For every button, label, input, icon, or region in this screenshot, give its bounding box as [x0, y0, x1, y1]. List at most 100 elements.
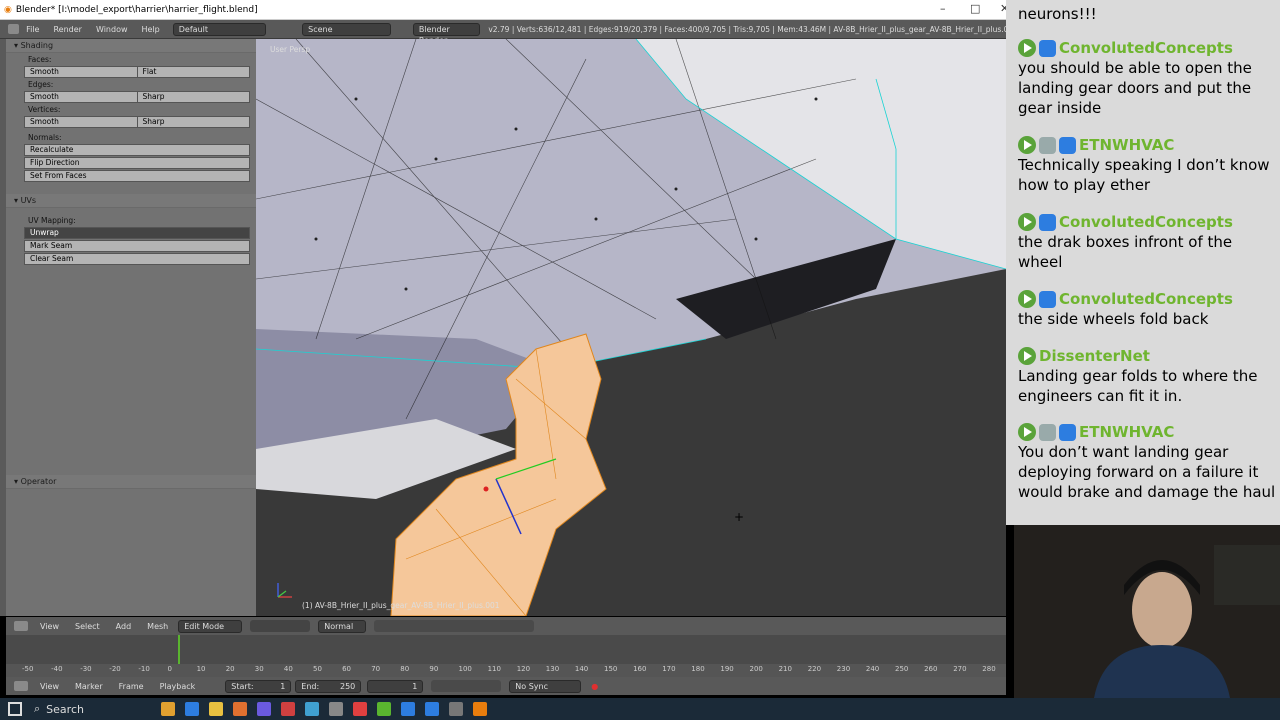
user-badge-icon — [1039, 39, 1056, 57]
app-icon-9[interactable] — [401, 702, 416, 716]
chat-message: ETNWHVAC You don’t want landing gear depl… — [1018, 422, 1280, 502]
uvs-panel-header[interactable]: ▾ UVs — [6, 194, 256, 208]
timeline-tick-label: 220 — [807, 665, 822, 673]
chrome-icon[interactable] — [353, 702, 368, 716]
scene-stats: v2.79 | Verts:636/12,481 | Edges:919/20,… — [488, 24, 1018, 34]
vertices-sharp-button[interactable]: Sharp — [137, 116, 250, 128]
minimize-icon[interactable]: – — [940, 2, 946, 15]
chat-message-text: Landing gear folds to where the engineer… — [1018, 367, 1258, 405]
app-icon-7[interactable] — [329, 702, 344, 716]
layout-selector[interactable]: Default — [172, 22, 267, 36]
search-icon[interactable]: ⌕ — [34, 702, 40, 716]
menu-view[interactable]: View — [40, 622, 59, 631]
webcam-overlay — [1014, 525, 1280, 698]
menu-mesh[interactable]: Mesh — [147, 622, 168, 631]
current-frame-field[interactable]: 1 — [367, 679, 424, 693]
timeline-tick-label: 0 — [167, 665, 172, 673]
user-badge-icon — [1059, 136, 1076, 154]
app-icon-4[interactable] — [257, 702, 272, 716]
chat-message: ConvolutedConcepts the side wheels fold b… — [1018, 289, 1280, 329]
shading-selector[interactable] — [250, 620, 311, 632]
operator-panel-header[interactable]: ▾ Operator — [6, 475, 256, 489]
vertices-label: Vertices: — [28, 105, 61, 114]
menu-help[interactable]: Help — [142, 25, 160, 34]
maximize-icon[interactable]: □ — [970, 2, 980, 15]
user-badge-icon — [1039, 213, 1056, 231]
timeline-tick-label: -20 — [109, 665, 121, 673]
mark-seam-button[interactable]: Mark Seam — [24, 240, 250, 252]
menu-select[interactable]: Select — [75, 622, 100, 631]
timeline-tick-label: 100 — [458, 665, 472, 673]
mode-selector[interactable]: Edit Mode — [178, 619, 243, 633]
timeline-tick-label: 120 — [516, 665, 531, 673]
menu-add[interactable]: Add — [116, 622, 132, 631]
play-badge-icon — [1018, 423, 1036, 441]
recalculate-button[interactable]: Recalculate — [24, 144, 250, 156]
timeline-tick-label: 90 — [429, 665, 439, 673]
timeline-tick-label: 180 — [691, 665, 705, 673]
app-icon-1[interactable] — [161, 702, 176, 716]
mesh-render: + — [256, 39, 1006, 616]
flip-direction-button[interactable]: Flip Direction — [24, 157, 250, 169]
app-icon-6[interactable] — [305, 702, 320, 716]
timeline[interactable]: -50 -40 -30 -20 -10 0 10 20 30 40 50 60 70 80 90 100 110… — [6, 635, 1006, 677]
sync-selector[interactable]: No Sync — [509, 679, 582, 693]
scene-selector[interactable]: Scene — [302, 22, 391, 36]
menu-file[interactable]: File — [26, 25, 39, 34]
app-icon-2[interactable] — [185, 702, 200, 716]
chat-username: ETNWHVAC — [1079, 136, 1175, 154]
timeline-tick-label: 140 — [574, 665, 589, 673]
set-from-faces-button[interactable]: Set From Faces — [24, 170, 250, 182]
editor-type-icon[interactable] — [8, 24, 20, 34]
view-mode-label: User Persp — [270, 45, 311, 54]
timeline-tick-label: 270 — [953, 665, 967, 673]
chat-message-text: you should be able to open the landing g… — [1018, 59, 1252, 117]
timeline-tick-label: 110 — [487, 665, 501, 673]
vertices-smooth-button[interactable]: Smooth — [24, 116, 138, 128]
app-icon-3[interactable] — [233, 702, 248, 716]
timeline-tick-label: 240 — [865, 665, 880, 673]
timeline-tick-label: 170 — [662, 665, 676, 673]
shading-panel-header[interactable]: ▾ Shading — [6, 39, 256, 53]
clear-seam-button[interactable]: Clear Seam — [24, 253, 250, 265]
file-explorer-icon[interactable] — [209, 702, 224, 716]
menu-timeline-view[interactable]: View — [40, 682, 59, 691]
unwrap-menu-button[interactable]: Unwrap — [24, 227, 250, 239]
timeline-tick-label: 30 — [254, 665, 264, 673]
render-engine-selector[interactable]: Blender Render — [412, 22, 481, 45]
chat-fragment: neurons!!! — [1018, 5, 1097, 23]
start-icon[interactable] — [8, 702, 22, 716]
playback-controls[interactable] — [431, 680, 502, 692]
taskbar-search[interactable]: Search — [46, 703, 156, 716]
edit-tools-strip[interactable] — [374, 620, 535, 632]
menu-window[interactable]: Window — [96, 25, 128, 34]
menu-playback[interactable]: Playback — [160, 682, 196, 691]
end-frame-field[interactable]: End: 250 — [295, 679, 362, 693]
blender-taskbar-icon[interactable] — [473, 702, 488, 716]
app-icon-10[interactable] — [449, 702, 464, 716]
timeline-tick-label: 10 — [196, 665, 206, 673]
chat-message-text: the drak boxes infront of the wheel — [1018, 233, 1233, 271]
faces-flat-button[interactable]: Flat — [137, 66, 250, 78]
start-frame-field[interactable]: Start: 1 — [225, 679, 292, 693]
timeline-tick-label: 260 — [924, 665, 938, 673]
record-icon[interactable]: ● — [591, 682, 598, 691]
app-icon-8[interactable] — [377, 702, 392, 716]
edges-smooth-button[interactable]: Smooth — [24, 91, 138, 103]
orientation-selector[interactable]: Normal — [318, 619, 367, 633]
user-badge-icon — [1059, 423, 1076, 441]
view3d-editor-icon[interactable] — [14, 621, 28, 631]
timeline-tick-label: 210 — [778, 665, 792, 673]
edges-sharp-button[interactable]: Sharp — [137, 91, 250, 103]
timeline-editor-icon[interactable] — [14, 681, 28, 691]
steam-icon[interactable] — [425, 702, 440, 716]
menu-frame[interactable]: Frame — [119, 682, 144, 691]
faces-label: Faces: — [28, 55, 52, 64]
chat-username: ConvolutedConcepts — [1059, 39, 1233, 57]
menu-render[interactable]: Render — [53, 25, 81, 34]
3d-viewport[interactable]: + User Persp (1) AV-8B_Hrier_II_plus_gea… — [256, 39, 1006, 616]
faces-smooth-button[interactable]: Smooth — [24, 66, 138, 78]
menu-marker[interactable]: Marker — [75, 682, 103, 691]
app-icon-5[interactable] — [281, 702, 296, 716]
timeline-tick-label: -50 — [22, 665, 34, 673]
